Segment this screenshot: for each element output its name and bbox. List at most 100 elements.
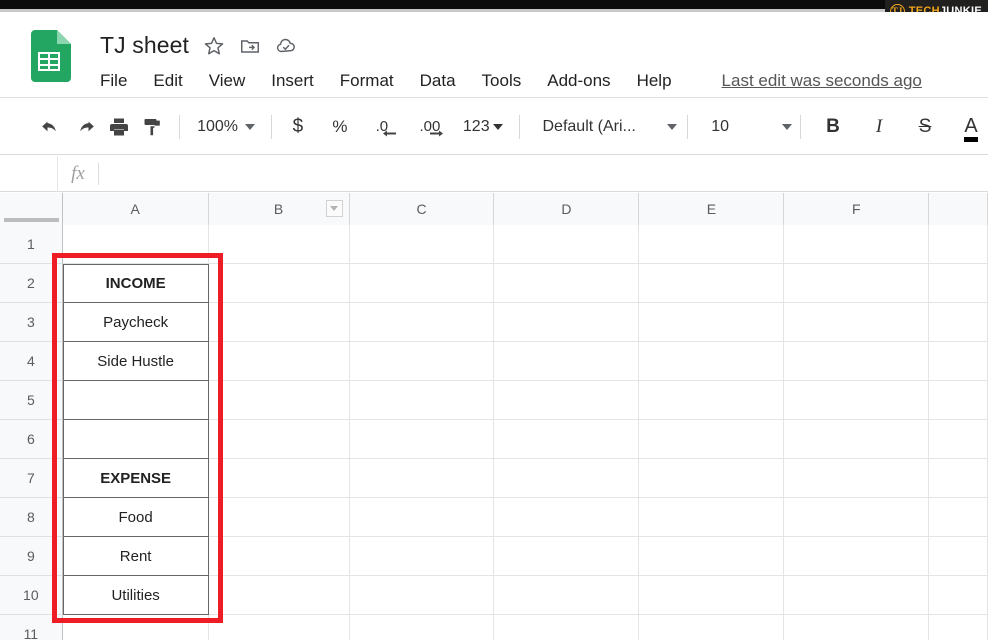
italic-button[interactable]: I — [862, 110, 896, 144]
cell-c4[interactable] — [349, 342, 495, 381]
cell-e11[interactable] — [639, 615, 785, 640]
row-header-4[interactable]: 4 — [0, 342, 63, 381]
decrease-decimal-button[interactable]: .0 — [365, 110, 399, 144]
menu-item-format[interactable]: Format — [340, 71, 394, 91]
cell-f2[interactable] — [784, 264, 930, 303]
cell-d4[interactable] — [494, 342, 640, 381]
cell-f7[interactable] — [784, 459, 930, 498]
cell-b6[interactable] — [208, 420, 350, 459]
document-title[interactable]: TJ sheet — [100, 32, 189, 59]
font-size-selector[interactable]: 10 — [711, 118, 793, 136]
cell-a6[interactable] — [62, 420, 209, 459]
column-header-a[interactable]: A — [62, 193, 209, 225]
cell-g6[interactable] — [929, 420, 988, 459]
cell-c3[interactable] — [349, 303, 495, 342]
cell-a10[interactable]: Utilities — [62, 576, 209, 615]
text-color-button[interactable]: A — [954, 110, 988, 144]
percent-format-button[interactable]: % — [323, 110, 357, 144]
cell-c2[interactable] — [349, 264, 495, 303]
cell-g4[interactable] — [929, 342, 988, 381]
cell-e5[interactable] — [639, 381, 785, 420]
cell-d11[interactable] — [494, 615, 640, 640]
cell-e9[interactable] — [639, 537, 785, 576]
cell-a5[interactable] — [62, 381, 209, 420]
cell-b7[interactable] — [208, 459, 350, 498]
cell-b5[interactable] — [208, 381, 350, 420]
column-header-g[interactable] — [929, 193, 988, 225]
cell-a11[interactable] — [62, 615, 209, 640]
cell-b4[interactable] — [208, 342, 350, 381]
cell-g11[interactable] — [929, 615, 988, 640]
strikethrough-button[interactable]: S — [908, 110, 942, 144]
increase-decimal-button[interactable]: .00 — [413, 110, 447, 144]
cell-d1[interactable] — [494, 225, 640, 264]
cell-d5[interactable] — [494, 381, 640, 420]
cell-c8[interactable] — [349, 498, 495, 537]
cell-e2[interactable] — [639, 264, 785, 303]
cell-f1[interactable] — [784, 225, 930, 264]
cell-b3[interactable] — [208, 303, 350, 342]
star-icon[interactable] — [203, 35, 225, 57]
cell-b9[interactable] — [208, 537, 350, 576]
cell-e4[interactable] — [639, 342, 785, 381]
cell-a7[interactable]: EXPENSE — [62, 459, 209, 498]
menu-item-view[interactable]: View — [209, 71, 246, 91]
cell-d8[interactable] — [494, 498, 640, 537]
cell-b11[interactable] — [208, 615, 350, 640]
formula-input[interactable] — [99, 156, 988, 191]
cell-a9[interactable]: Rent — [62, 537, 209, 576]
column-header-f[interactable]: F — [784, 193, 930, 225]
cell-g9[interactable] — [929, 537, 988, 576]
undo-icon[interactable] — [34, 110, 68, 144]
font-family-selector[interactable]: Default (Ari... — [543, 118, 678, 136]
row-header-6[interactable]: 6 — [0, 420, 63, 459]
row-header-8[interactable]: 8 — [0, 498, 63, 537]
cell-c9[interactable] — [349, 537, 495, 576]
cell-e3[interactable] — [639, 303, 785, 342]
cell-a2[interactable]: INCOME — [62, 264, 209, 303]
cell-b2[interactable] — [208, 264, 350, 303]
cell-d3[interactable] — [494, 303, 640, 342]
row-header-9[interactable]: 9 — [0, 537, 63, 576]
last-edit-link[interactable]: Last edit was seconds ago — [722, 71, 922, 91]
column-header-d[interactable]: D — [494, 193, 640, 225]
cell-a8[interactable]: Food — [62, 498, 209, 537]
cell-a1[interactable] — [62, 225, 209, 264]
column-header-e[interactable]: E — [639, 193, 785, 225]
row-header-10[interactable]: 10 — [0, 576, 63, 615]
menu-item-tools[interactable]: Tools — [482, 71, 522, 91]
cell-c5[interactable] — [349, 381, 495, 420]
cell-a4[interactable]: Side Hustle — [62, 342, 209, 381]
menu-item-addons[interactable]: Add-ons — [547, 71, 610, 91]
cell-b1[interactable] — [208, 225, 350, 264]
menu-item-help[interactable]: Help — [637, 71, 672, 91]
cell-f3[interactable] — [784, 303, 930, 342]
cell-d7[interactable] — [494, 459, 640, 498]
cloud-saved-icon[interactable] — [275, 35, 297, 57]
row-header-11[interactable]: 11 — [0, 615, 63, 640]
cell-b10[interactable] — [208, 576, 350, 615]
select-all-corner[interactable] — [0, 193, 63, 225]
currency-format-button[interactable]: $ — [281, 110, 315, 144]
cell-g10[interactable] — [929, 576, 988, 615]
column-header-c[interactable]: C — [349, 193, 495, 225]
cell-d6[interactable] — [494, 420, 640, 459]
row-header-5[interactable]: 5 — [0, 381, 63, 420]
cell-g8[interactable] — [929, 498, 988, 537]
cell-c6[interactable] — [349, 420, 495, 459]
cell-c7[interactable] — [349, 459, 495, 498]
cell-d10[interactable] — [494, 576, 640, 615]
cell-e8[interactable] — [639, 498, 785, 537]
zoom-selector[interactable]: 100% — [189, 118, 255, 136]
row-header-2[interactable]: 2 — [0, 264, 63, 303]
cell-e10[interactable] — [639, 576, 785, 615]
cell-f6[interactable] — [784, 420, 930, 459]
menu-item-data[interactable]: Data — [420, 71, 456, 91]
paint-format-icon[interactable] — [136, 110, 170, 144]
row-header-3[interactable]: 3 — [0, 303, 63, 342]
cell-e7[interactable] — [639, 459, 785, 498]
cell-e1[interactable] — [639, 225, 785, 264]
menu-item-edit[interactable]: Edit — [153, 71, 182, 91]
move-to-folder-icon[interactable] — [239, 35, 261, 57]
cell-f10[interactable] — [784, 576, 930, 615]
